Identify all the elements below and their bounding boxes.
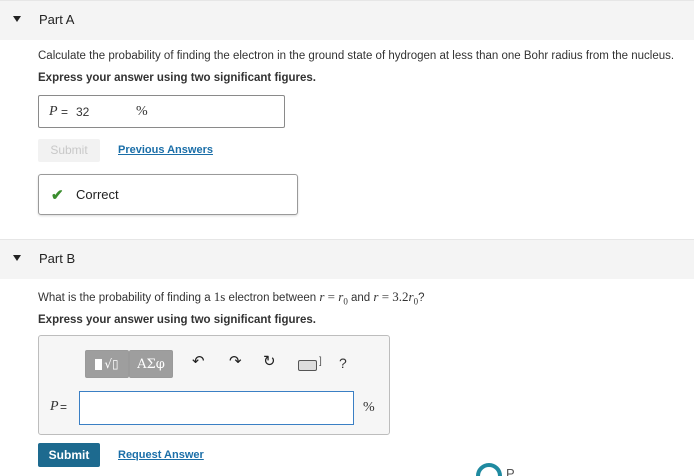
question-mark: ?	[418, 292, 425, 304]
answer-value: 32	[76, 105, 90, 119]
question-text-mid: electron between	[225, 292, 320, 304]
square-root-template-icon	[95, 359, 103, 371]
keyboard-suffix: ]	[319, 356, 322, 367]
feedback-correct: ✔ Correct	[38, 174, 298, 215]
answer-equals: =	[61, 105, 69, 119]
part-a-answer-box: P = 32 %	[38, 95, 285, 128]
question-text-and: and	[347, 292, 374, 304]
keyboard-icon[interactable]	[298, 360, 317, 371]
help-icon[interactable]: ?	[339, 355, 347, 371]
part-b-title: Part B	[39, 251, 76, 266]
part-b-header[interactable]: Part B	[0, 239, 694, 279]
collapse-triangle-icon[interactable]	[13, 255, 21, 261]
part-b-question: What is the probability of finding a 1s …	[38, 289, 425, 306]
editor-unit: %	[363, 400, 375, 415]
answer-input[interactable]	[79, 391, 354, 425]
feedback-text: Correct	[76, 187, 119, 202]
previous-answers-link[interactable]: Previous Answers	[118, 144, 213, 156]
answer-variable: P	[49, 104, 58, 119]
pearson-logo-icon	[476, 463, 502, 476]
question-text-pre: What is the probability of finding a	[38, 292, 214, 304]
part-a-header[interactable]: Part A	[0, 0, 694, 40]
redo-icon[interactable]: ↷	[229, 352, 242, 370]
part-a-title: Part A	[39, 12, 75, 27]
templates-button[interactable]: √▯	[85, 350, 129, 378]
undo-icon[interactable]: ↶	[192, 352, 205, 370]
equals-symbol: =	[324, 289, 339, 304]
part-b-submit-button[interactable]: Submit	[38, 443, 100, 467]
part-a-submit-button[interactable]: Submit	[38, 139, 100, 162]
greek-symbols-button[interactable]: ΑΣφ	[129, 350, 173, 378]
part-a-instruction: Express your answer using two significan…	[38, 72, 316, 84]
request-answer-link[interactable]: Request Answer	[118, 449, 204, 461]
editor-equals: =	[60, 400, 68, 414]
checkmark-icon: ✔	[51, 187, 64, 204]
orbital-label: 1s	[213, 289, 226, 304]
greek-label: ΑΣφ	[137, 357, 165, 372]
answer-unit: %	[136, 104, 148, 119]
reset-icon[interactable]: ↻	[263, 352, 276, 370]
part-b-instruction: Express your answer using two significan…	[38, 314, 316, 326]
editor-variable: P	[50, 399, 59, 414]
equals-value: = 3.2	[378, 289, 409, 304]
logo-letter: P	[506, 466, 515, 476]
part-a-question: Calculate the probability of finding the…	[38, 50, 675, 62]
collapse-triangle-icon[interactable]	[13, 16, 21, 22]
templates-symbol: √▯	[104, 357, 119, 371]
math-editor: √▯ ΑΣφ ↶ ↷ ↻ ] ? P = %	[38, 335, 390, 435]
